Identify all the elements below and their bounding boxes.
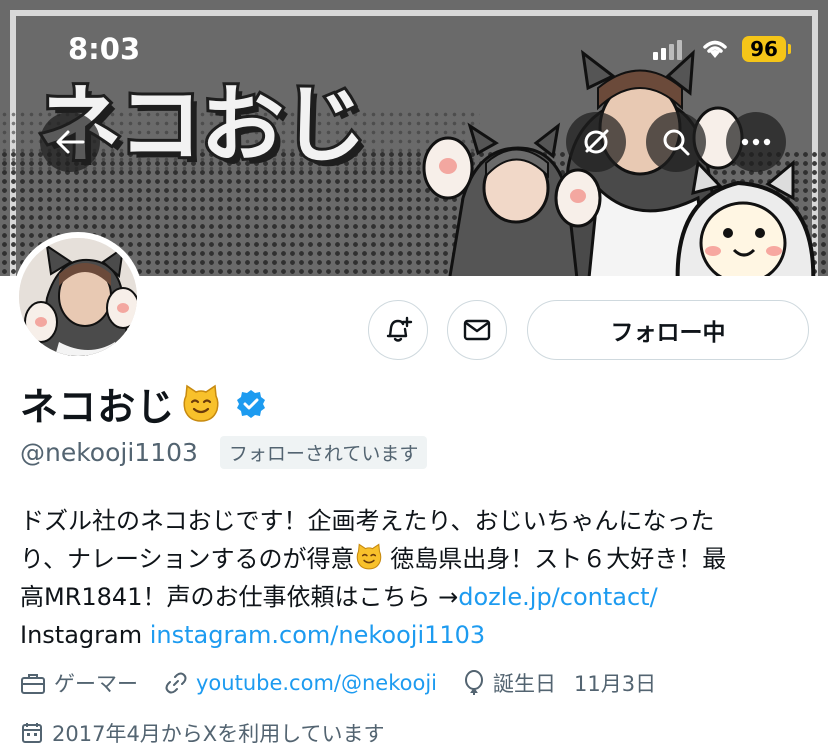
bio-text: ドズル社のネコおじです！企画考えたり、おじいちゃんになった	[20, 507, 715, 535]
battery-tip	[788, 44, 791, 54]
birthday-date: 11月3日	[574, 672, 657, 696]
verified-badge-icon[interactable]	[235, 388, 267, 420]
bio-link-contact[interactable]: dozle.jp/contact/	[458, 583, 657, 611]
join-text: 2017年4月からXを利用しています	[52, 722, 385, 746]
link-icon	[165, 672, 187, 694]
grok-icon	[584, 129, 609, 154]
bio-text: り、ナレーションするのが得意	[20, 545, 355, 573]
display-name: ネコおじ	[20, 385, 176, 429]
more-button[interactable]	[726, 112, 786, 172]
mail-icon	[463, 319, 491, 341]
wifi-icon	[703, 40, 727, 58]
bio-link-instagram[interactable]: instagram.com/nekooji1103	[150, 621, 485, 649]
bio-line: ドズル社のネコおじです！企画考えたり、おじいちゃんになった	[20, 502, 810, 540]
avatar-illustration	[19, 238, 137, 356]
join-date: 2017年4月からXを利用しています	[20, 718, 385, 748]
website-link[interactable]: youtube.com/@nekooji	[196, 671, 437, 695]
grok-button[interactable]	[566, 112, 626, 172]
balloon-icon	[465, 670, 483, 695]
avatar[interactable]	[13, 232, 143, 362]
more-icon	[741, 138, 771, 146]
notification-bell-icon	[386, 316, 413, 342]
handle-row: @nekooji1103 フォローされています	[20, 436, 428, 469]
search-button[interactable]	[646, 112, 706, 172]
birthday-label: 誕生日	[493, 672, 556, 696]
bio-line: Instagram instagram.com/nekooji1103	[20, 616, 810, 654]
bio-line: り、ナレーションするのが得意 徳島県出身！スト６大好き！最	[20, 540, 810, 578]
birthday-item: 誕生日 11月3日	[463, 668, 656, 698]
category-label: ゲーマー	[54, 672, 138, 696]
back-button[interactable]	[40, 112, 100, 172]
message-button[interactable]	[447, 300, 507, 360]
cat-emoji-icon	[183, 384, 219, 422]
category-item: ゲーマー	[20, 668, 138, 698]
profile-name-row: ネコおじ	[20, 376, 267, 431]
back-arrow-icon	[56, 130, 85, 154]
bio-text: 高MR1841！声のお仕事依頼はこちら →	[20, 583, 459, 611]
search-icon	[663, 129, 690, 156]
avatar-image	[19, 238, 137, 356]
cat-emoji-icon	[356, 543, 381, 570]
bio: ドズル社のネコおじです！企画考えたり、おじいちゃんになった り、ナレーションする…	[20, 502, 810, 654]
handle: @nekooji1103	[20, 438, 198, 467]
website-item[interactable]: youtube.com/@nekooji	[164, 671, 437, 695]
calendar-icon	[22, 723, 42, 743]
status-time: 8:03	[68, 32, 141, 66]
notification-button[interactable]	[368, 300, 428, 360]
following-button[interactable]: フォロー中	[527, 300, 809, 360]
bio-text: 徳島県出身！スト６大好き！最	[382, 545, 727, 573]
bio-line: 高MR1841！声のお仕事依頼はこちら →dozle.jp/contact/	[20, 578, 810, 616]
bio-text: Instagram	[20, 621, 150, 649]
profile-banner[interactable]: ネコおじ 8:03 96	[0, 0, 828, 276]
signal-icon	[653, 40, 682, 60]
battery-icon: 96	[742, 36, 786, 62]
profile-meta: ゲーマー youtube.com/@nekooji 誕生日 11月3日	[20, 668, 682, 698]
follows-you-badge: フォローされています	[219, 436, 428, 469]
briefcase-icon	[21, 674, 45, 694]
